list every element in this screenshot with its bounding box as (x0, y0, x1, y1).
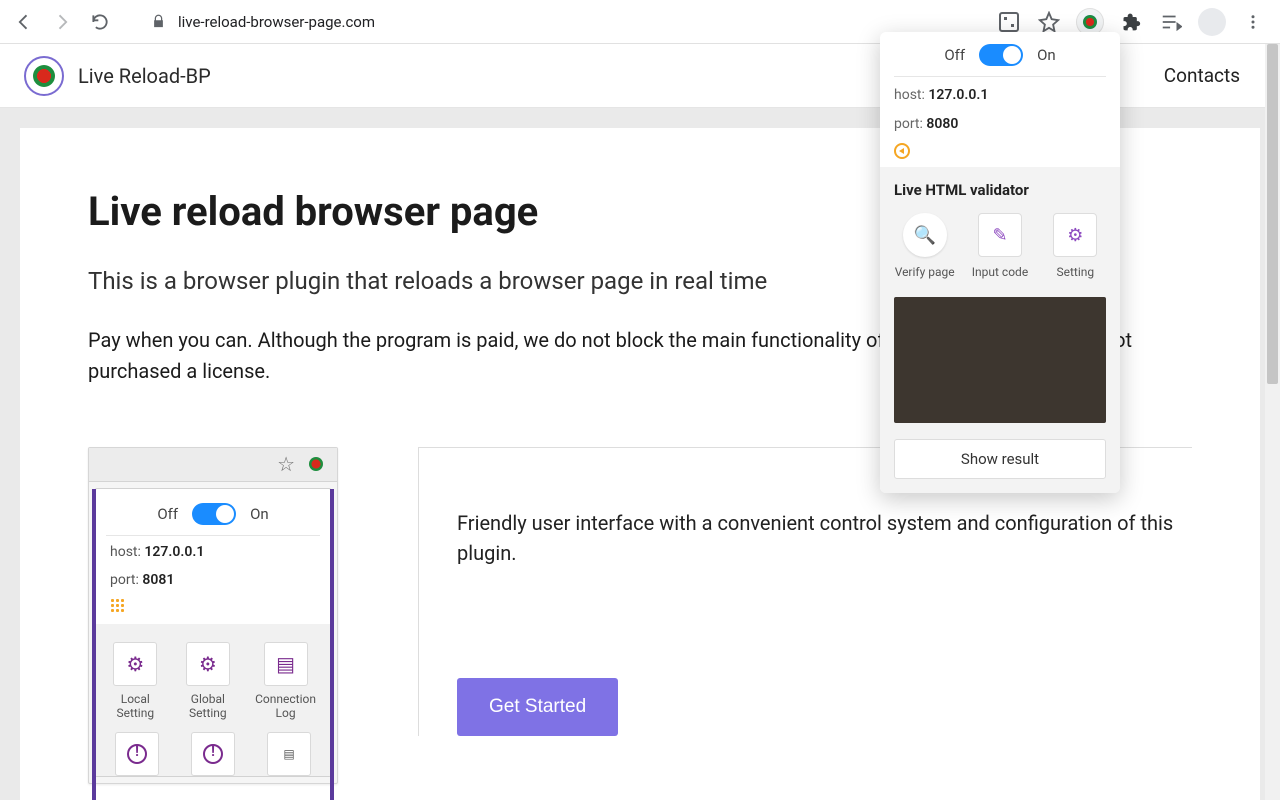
lock-icon (148, 12, 168, 32)
popup-port: 8080 (926, 116, 958, 132)
extensions-puzzle-icon[interactable] (1118, 9, 1144, 35)
port-label: port: (110, 572, 139, 588)
address-bar[interactable]: live-reload-browser-page.com (136, 6, 970, 38)
popup-host: 127.0.0.1 (928, 87, 988, 103)
host-label: host: (110, 544, 141, 560)
toggle-on-label: On (250, 505, 269, 523)
port-value: 8081 (142, 572, 174, 588)
nav-contacts[interactable]: Contacts (1164, 64, 1240, 87)
popup-section-title: Live HTML validator (894, 181, 1106, 199)
popup-off-label: Off (944, 46, 965, 64)
profile-avatar[interactable] (1198, 8, 1226, 36)
brand-name: Live Reload-BP (78, 64, 211, 88)
extension-icon (305, 453, 327, 475)
show-result-button[interactable]: Show result (894, 439, 1106, 479)
host-value: 127.0.0.1 (144, 544, 204, 560)
popup-toggle[interactable] (979, 44, 1023, 66)
logo-icon (24, 56, 64, 96)
popup-on-label: On (1037, 46, 1056, 64)
warning-icon (203, 744, 223, 764)
forward-icon[interactable] (52, 12, 72, 32)
tile-connection-log[interactable]: ▤Connection Log (255, 642, 316, 720)
tile-local-setting[interactable]: ⚙Local Setting (110, 642, 161, 720)
url-text: live-reload-browser-page.com (178, 13, 375, 31)
qr-icon[interactable] (996, 9, 1022, 35)
extension-popup: Off On host: 127.0.0.1 port: 8080 Live H… (880, 32, 1120, 493)
menu-dots-icon[interactable] (1240, 9, 1266, 35)
star-icon[interactable] (1036, 9, 1062, 35)
popup-port-label: port: (894, 116, 923, 132)
popup-host-label: host: (894, 87, 925, 103)
back-icon[interactable] (14, 12, 34, 32)
grid-icon (110, 598, 124, 612)
star-icon: ☆ (277, 452, 295, 476)
tile-input-code[interactable]: ✎Input code (969, 213, 1030, 279)
back-circle-icon[interactable] (894, 143, 910, 159)
warning-icon (127, 744, 147, 764)
mini-popup-preview: ☆ Off On host: 127.0.0.1 port: 8081 (88, 447, 338, 784)
tile-global-setting[interactable]: ⚙Global Setting (183, 642, 234, 720)
tile-verify-page[interactable]: 🔍Verify page (894, 213, 955, 279)
tile-setting[interactable]: ⚙Setting (1045, 213, 1106, 279)
feature-description: Friendly user interface with a convenien… (457, 508, 1192, 568)
scrollbar[interactable] (1265, 44, 1280, 800)
toggle-off-label: Off (157, 505, 178, 523)
get-started-button[interactable]: Get Started (457, 678, 618, 736)
reload-icon[interactable] (90, 12, 110, 32)
playlist-icon[interactable] (1158, 9, 1184, 35)
toggle-switch[interactable] (192, 503, 236, 525)
preview-panel (894, 297, 1106, 423)
